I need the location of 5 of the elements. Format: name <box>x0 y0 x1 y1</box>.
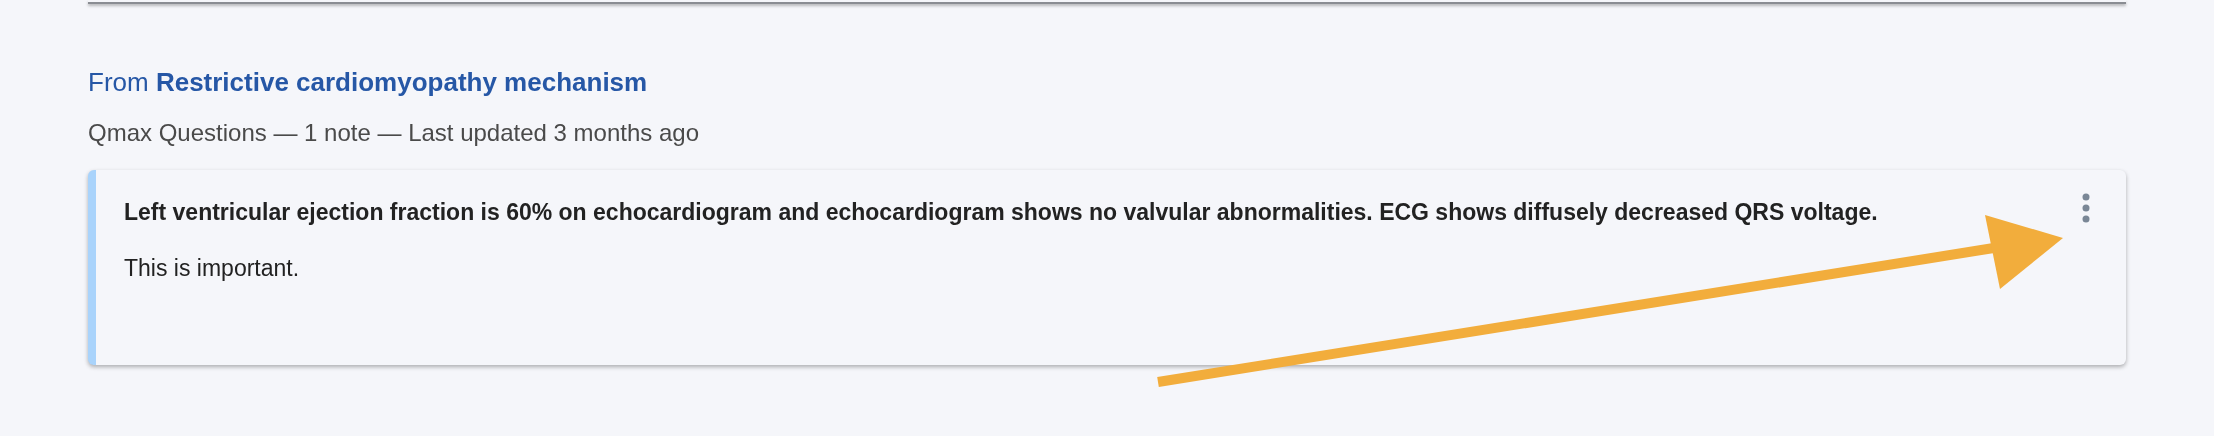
note-comment: This is important. <box>124 254 301 283</box>
source-meta: Qmax Questions — 1 note — Last updated 3 months ago <box>88 118 700 148</box>
more-vertical-icon <box>2082 193 2090 223</box>
note-highlight: Left ventricular ejection fraction is 60% on echocardiogram and echocardiogram shows no valvular abnormalities. ECG shows diffusely decreased QRS voltage. <box>124 198 1879 227</box>
source-link[interactable]: From Restrictive cardiomyopathy mechanism <box>88 64 648 100</box>
